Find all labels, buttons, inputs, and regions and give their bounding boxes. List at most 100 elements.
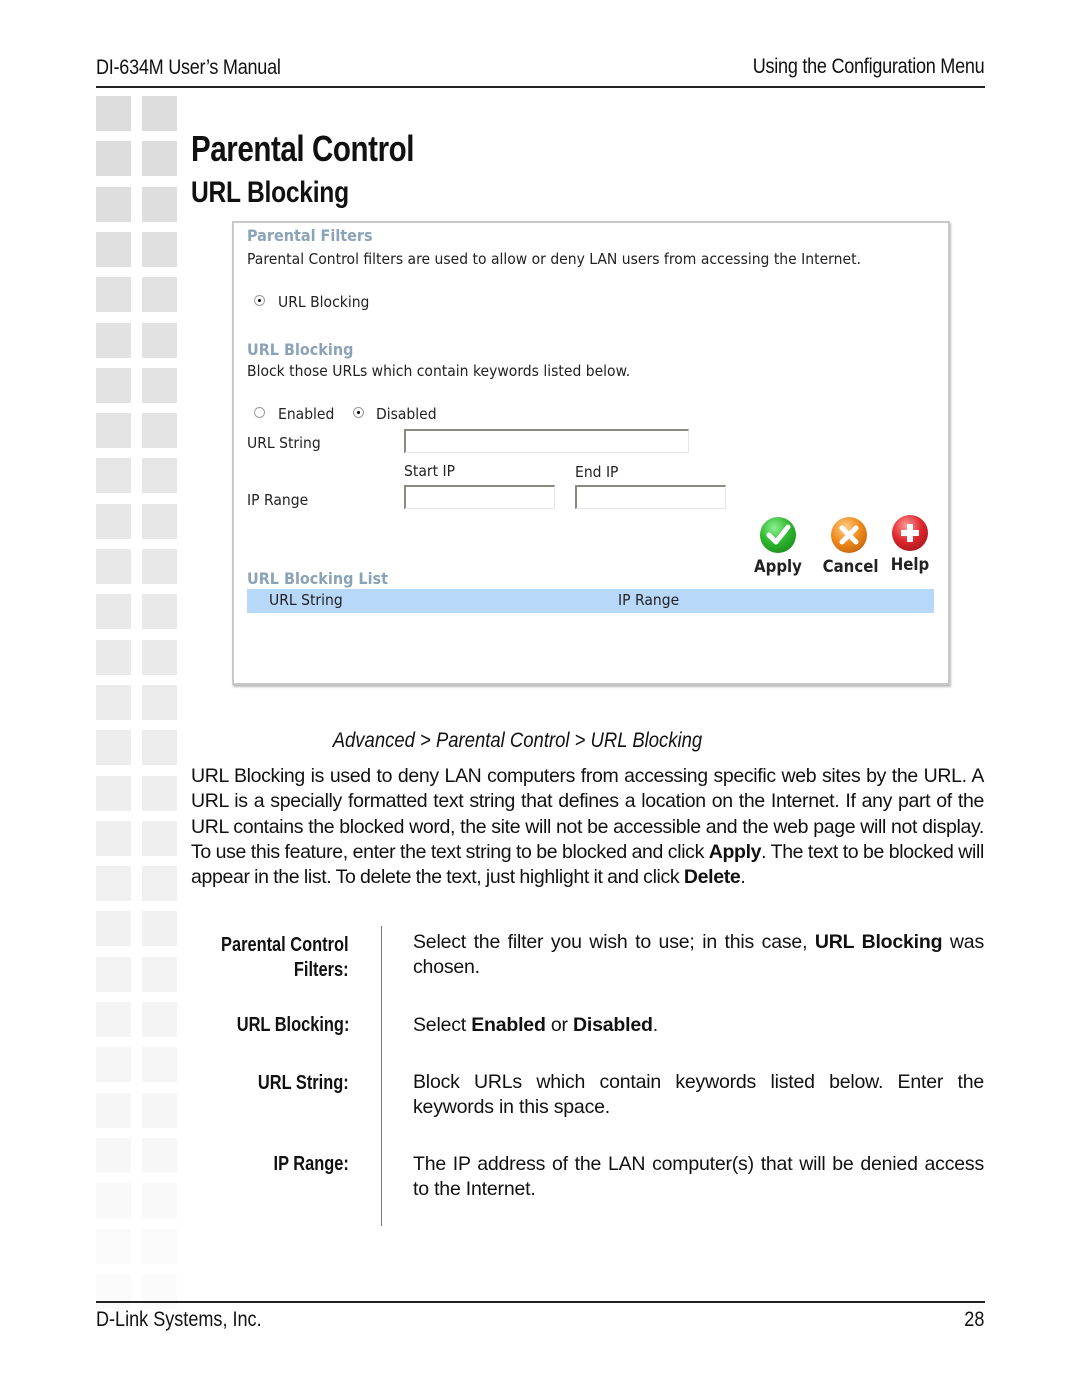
apply-label: Apply [754,557,802,577]
decorative-square [142,367,177,403]
decorative-square [142,956,177,992]
disabled-radio[interactable] [353,407,364,418]
url-string-label: URL String [247,434,321,452]
decorative-square [142,503,177,539]
cancel-label: Cancel [822,557,879,577]
body-bold-apply: Apply [708,840,762,863]
decorative-square [142,322,177,358]
decorative-square [142,866,177,902]
decorative-square [96,1092,131,1128]
url-blocking-list-header: URL String IP Range [247,589,934,613]
screenshot-caption: Advanced > Parental Control > URL Blocki… [332,729,703,752]
decorative-square [96,684,131,720]
decorative-square [96,775,131,811]
help-label: Help [890,555,930,575]
definition-text-ip-range: The IP address of the LAN computer(s) th… [413,1153,984,1200]
plus-icon [892,515,928,551]
decorative-square [142,1228,177,1264]
ip-range-label: IP Range [247,491,309,509]
footer-company: D-Link Systems, Inc. [96,1308,262,1331]
close-icon [831,517,867,553]
body-paragraph: URL Blocking is used to deny LAN compute… [191,764,984,890]
body-text: . [740,866,746,889]
url-blocking-list-heading: URL Blocking List [247,569,388,588]
def-text: Select the filter you wish to use; in th… [413,931,815,953]
decorative-square [142,1183,177,1219]
definition-text-url-string: Block URLs which contain keywords listed… [413,1071,984,1118]
decorative-square [142,231,177,267]
decorative-square [96,1137,131,1173]
def-text: Select [413,1014,472,1036]
start-ip-input[interactable] [404,485,555,509]
definition-term-ip-range: IP Range: [273,1153,349,1175]
enabled-radio[interactable] [254,407,265,418]
decorative-square [142,775,177,811]
end-ip-input[interactable] [575,485,726,509]
decorative-square [96,322,131,358]
decorative-square [96,96,131,131]
decorative-square [142,549,177,584]
decorative-square [96,956,131,992]
decorative-square [96,594,131,630]
checkmark-icon [760,517,796,553]
disabled-label: Disabled [376,405,437,423]
decorative-square [96,866,131,902]
body-bold-delete: Delete [683,866,741,889]
decorative-square [142,413,177,449]
help-button[interactable]: Help [880,515,940,575]
decorative-square [96,503,131,539]
page-number: 28 [963,1308,984,1331]
definitions-divider [381,926,382,1226]
def-bold: URL Blocking [814,931,943,953]
decorative-square [142,458,177,494]
definition-term-url-blocking: URL Blocking: [236,1014,349,1036]
definition-text-parental-control-filters: Select the filter you wish to use; in th… [413,930,984,980]
page-title: Parental Control [191,128,415,169]
decorative-square [96,1228,131,1264]
decorative-square [142,96,177,131]
manual-title: DI-634M User’s Manual [96,56,281,79]
enabled-label: Enabled [278,405,335,423]
parental-filters-description: Parental Control filters are used to all… [247,250,861,268]
decorative-square [142,684,177,720]
decorative-square [96,911,131,947]
def-bold-enabled: Enabled [471,1014,546,1036]
decorative-square [142,1273,177,1309]
url-blocking-heading: URL Blocking [247,340,354,359]
decorative-square [142,1137,177,1173]
apply-button[interactable]: Apply [748,517,808,577]
url-blocking-filter-label: URL Blocking [278,293,370,311]
term-line: Parental Control [221,934,349,956]
page-subtitle: URL Blocking [191,176,349,209]
decorative-square [96,141,131,177]
header-rule [96,86,985,88]
decorative-square [142,186,177,222]
parental-filters-heading: Parental Filters [247,226,373,245]
footer-rule [96,1301,985,1303]
def-text: or [545,1014,574,1036]
url-blocking-description: Block those URLs which contain keywords … [247,362,631,380]
decorative-square [96,367,131,403]
decorative-square [96,820,131,856]
end-ip-label: End IP [575,463,619,481]
decorative-square [142,141,177,177]
def-bold-disabled: Disabled [573,1014,653,1036]
definition-term-url-string: URL String: [258,1072,349,1094]
decorative-square [142,911,177,947]
term-line: Filters: [294,959,349,981]
start-ip-label: Start IP [404,462,456,480]
url-blocking-screenshot: Parental Filters Parental Control filter… [232,221,950,685]
definition-term-parental-control-filters: Parental Control Filters: [221,933,349,983]
decorative-square [142,820,177,856]
decorative-square [96,277,131,313]
section-title: Using the Configuration Menu [752,55,984,78]
cancel-button[interactable]: Cancel [819,517,879,577]
decorative-square [96,458,131,494]
url-blocking-filter-radio[interactable] [254,295,265,306]
column-header-ip-range: IP Range [618,591,680,609]
column-header-url-string: URL String [269,591,343,609]
url-string-input[interactable] [404,429,689,453]
decorative-square [142,1092,177,1128]
decorative-square [96,549,131,584]
decorative-square [142,639,177,675]
